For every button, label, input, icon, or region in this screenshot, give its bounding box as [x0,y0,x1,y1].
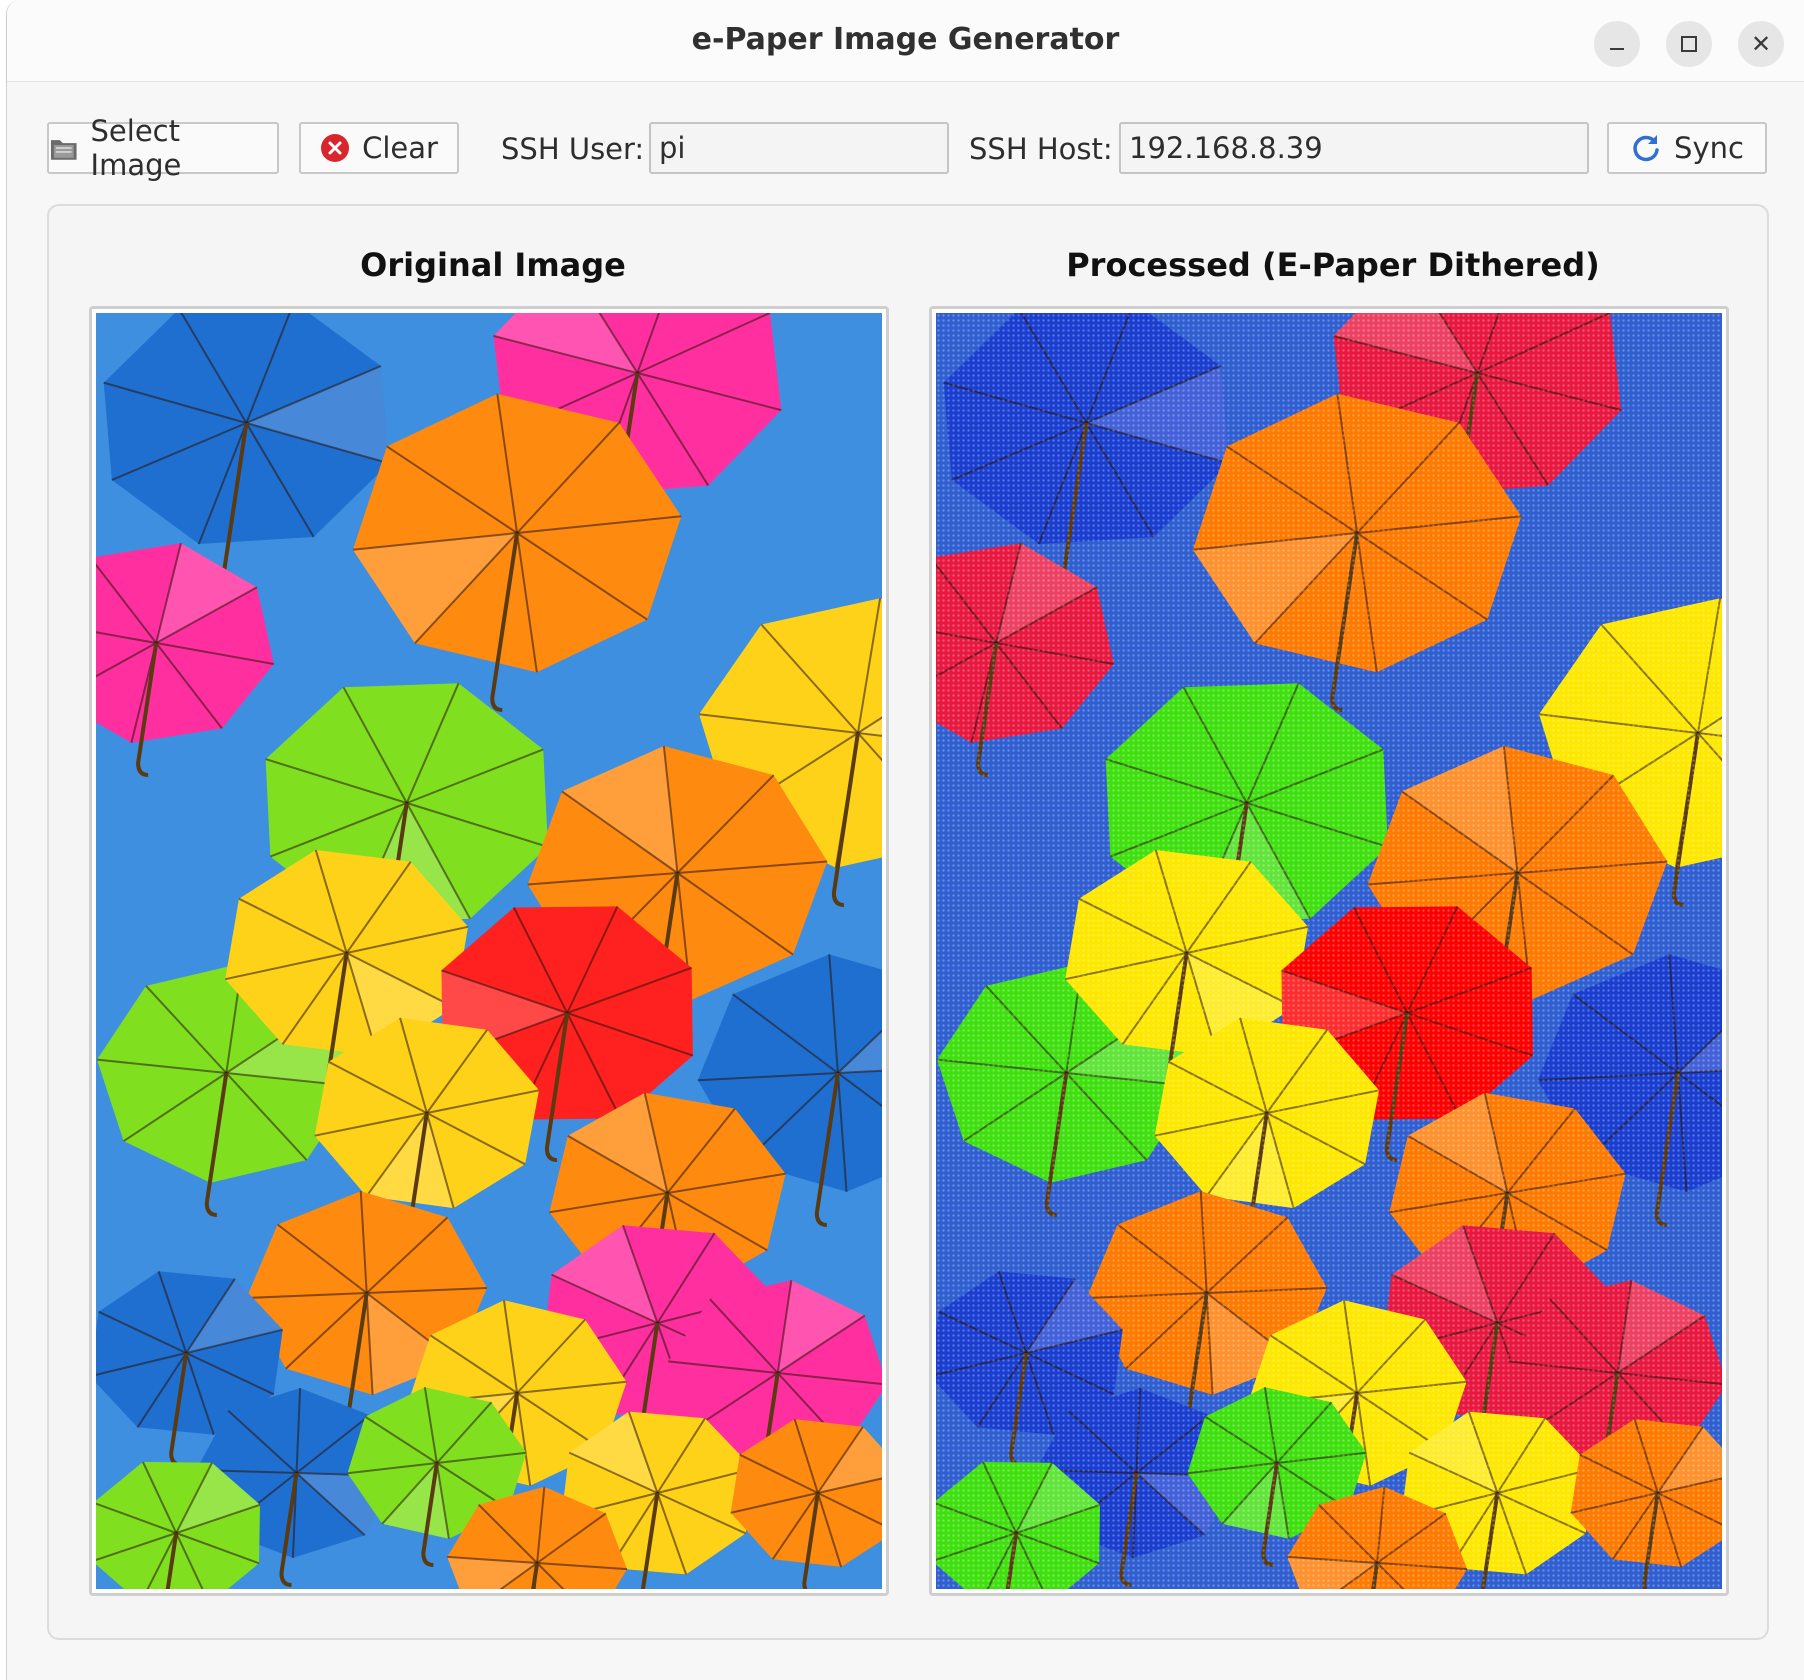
folder-icon [50,140,77,160]
clear-button[interactable]: Clear [299,122,459,174]
clear-icon [321,134,350,162]
maximize-button[interactable] [1666,21,1712,67]
select-image-button[interactable]: Select Image [47,114,279,182]
ssh-user-input[interactable]: pi [649,122,949,174]
clear-label: Clear [362,131,438,165]
original-image-title: Original Image [360,246,626,284]
maximize-icon [1681,36,1697,52]
window-title: e-Paper Image Generator [691,22,1120,57]
sync-label: Sync [1674,131,1744,165]
original-image-frame [89,306,889,1596]
processed-image-title: Processed (E-Paper Dithered) [1066,246,1600,284]
processed-image-frame [929,306,1729,1596]
original-image [96,313,882,1589]
refresh-icon [1633,135,1659,162]
minimize-icon [1610,48,1624,50]
ssh-host-input[interactable]: 192.168.8.39 [1119,122,1589,174]
image-preview-group: Original Image Processed (E-Paper Dither… [47,204,1769,1640]
processed-image [936,313,1722,1589]
close-button[interactable]: ✕ [1738,21,1784,67]
app-window: e-Paper Image Generator ✕ Select Image C… [6,0,1804,1680]
sync-button[interactable]: Sync [1607,122,1767,174]
title-bar: e-Paper Image Generator ✕ [7,0,1804,82]
close-icon: ✕ [1750,30,1772,58]
ssh-host-label: SSH Host: [969,132,1113,166]
minimize-button[interactable] [1594,21,1640,67]
toolbar: Select Image Clear SSH User: pi SSH Host… [7,82,1804,202]
select-image-label: Select Image [90,114,182,182]
ssh-user-label: SSH User: [501,132,645,166]
